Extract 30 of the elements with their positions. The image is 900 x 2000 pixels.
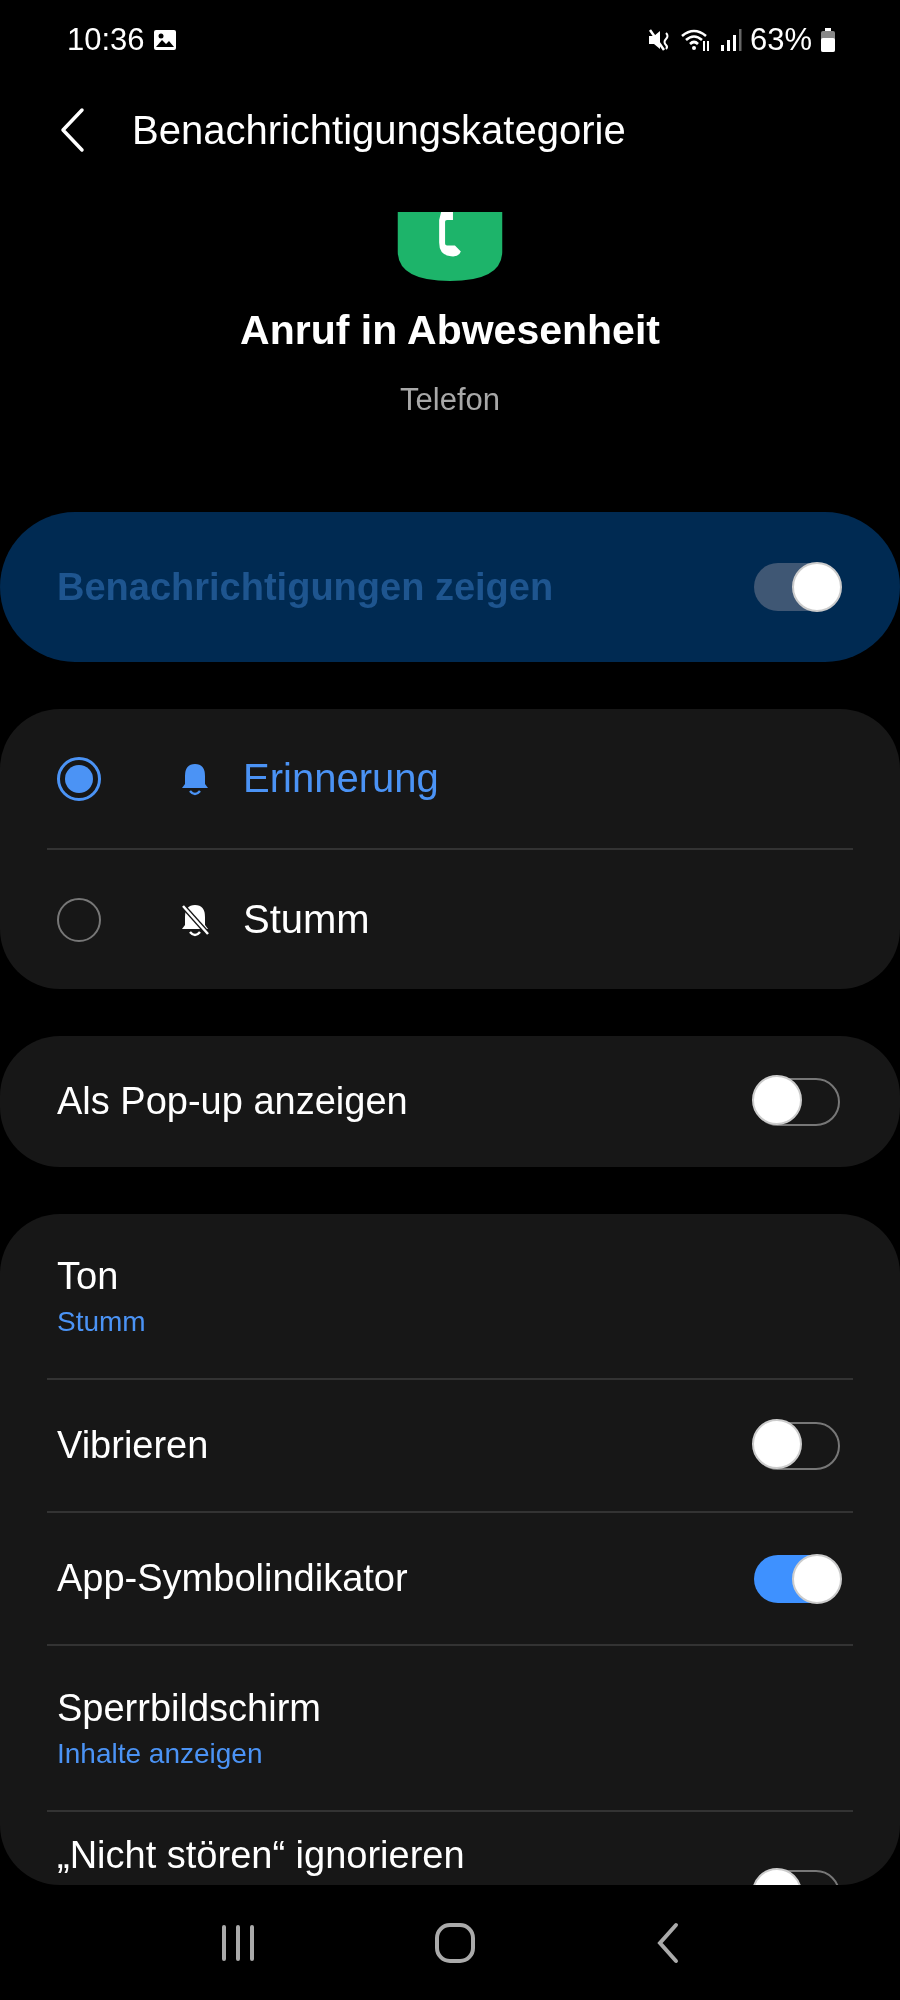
setting-label: Als Pop-up anzeigen bbox=[57, 1080, 408, 1123]
wifi-icon bbox=[679, 27, 712, 53]
phone-app-icon bbox=[397, 212, 503, 281]
bell-off-icon bbox=[180, 902, 210, 937]
radio-button[interactable] bbox=[57, 756, 101, 801]
toggle-switch[interactable] bbox=[754, 563, 840, 611]
setting-label: App-Symbolindikator bbox=[57, 1557, 408, 1600]
category-title: Anruf in Abwesenheit bbox=[240, 307, 660, 354]
toggle-switch[interactable] bbox=[754, 1554, 840, 1603]
setting-label: „Nicht stören“ ignorieren bbox=[57, 1834, 465, 1877]
radio-button[interactable] bbox=[57, 897, 101, 942]
page-title: Benachrichtigungskategorie bbox=[132, 107, 626, 153]
option-label: Stumm bbox=[243, 897, 370, 942]
battery-level: 63% bbox=[749, 22, 812, 58]
battery-icon bbox=[820, 27, 836, 53]
setting-value: Inhalte anzeigen bbox=[57, 1737, 264, 1770]
signal-icon bbox=[719, 28, 742, 52]
setting-label: Sperrbildschirm bbox=[57, 1686, 321, 1730]
master-switch-card[interactable]: Benachrichtigungen zeigen bbox=[0, 512, 900, 662]
setting-value: Stumm bbox=[57, 1305, 146, 1338]
option-label: Erinnerung bbox=[243, 756, 439, 801]
setting-label: Vibrieren bbox=[57, 1424, 209, 1467]
bell-icon bbox=[180, 761, 210, 796]
master-switch-label: Benachrichtigungen zeigen bbox=[57, 565, 554, 609]
toggle-switch[interactable] bbox=[754, 1077, 840, 1126]
clock: 10:36 bbox=[67, 22, 145, 58]
toggle-switch[interactable] bbox=[754, 1421, 840, 1470]
setting-label: Ton bbox=[57, 1254, 120, 1298]
app-name: Telefon bbox=[400, 382, 500, 418]
image-icon bbox=[152, 29, 177, 51]
